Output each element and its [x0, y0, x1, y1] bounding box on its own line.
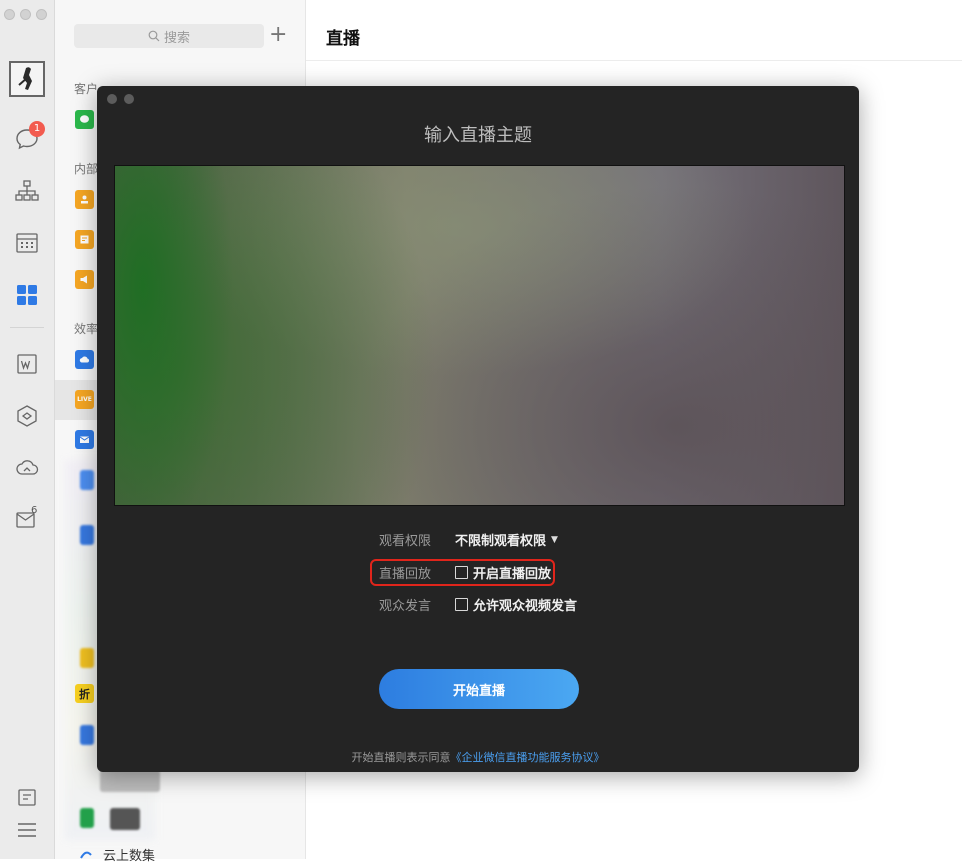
person-card-icon[interactable] — [75, 190, 94, 209]
announcement-icon[interactable] — [75, 270, 94, 289]
list-item-cloud[interactable]: 云上数集 — [79, 845, 155, 864]
page-title: 直播 — [326, 29, 360, 49]
avatar[interactable] — [9, 61, 45, 97]
zoom-window-button[interactable] — [36, 9, 47, 20]
close-window-button[interactable] — [4, 9, 15, 20]
note-icon[interactable] — [75, 230, 94, 249]
agreement-link[interactable]: 《企业微信直播功能服务协议》 — [451, 751, 605, 764]
camera-preview — [114, 165, 845, 506]
doc-icon[interactable] — [14, 351, 40, 377]
agreement-text: 开始直播则表示同意《企业微信直播功能服务协议》 — [97, 749, 859, 765]
notes-icon[interactable] — [14, 785, 40, 811]
search-icon — [148, 30, 160, 42]
blurred-blue-icon — [80, 725, 94, 745]
section-label-customer: 客户 — [74, 82, 99, 96]
search-input[interactable]: 搜索 — [74, 24, 264, 48]
live-start-dialog: 输入直播主题 观看权限 不限制观看权限 ▼ 直播回放 开启直播回放 观众发言 允… — [97, 86, 859, 772]
cloud-item-label: 云上数集 — [103, 849, 156, 864]
calendar-icon[interactable] — [14, 230, 40, 256]
blurred-blue-icon — [80, 470, 94, 490]
replay-label: 直播回放 — [379, 567, 432, 582]
rail-divider — [10, 327, 44, 328]
cloud-drive-icon[interactable] — [14, 455, 40, 481]
cloud-icon[interactable] — [75, 350, 94, 369]
audience-option-label: 允许观众视频发言 — [473, 599, 578, 614]
section-label-internal: 内部 — [74, 162, 99, 176]
live-topic-input[interactable]: 输入直播主题 — [97, 121, 859, 147]
caret-down-icon: ▼ — [551, 534, 558, 545]
mail-app-icon[interactable] — [75, 430, 94, 449]
replay-row: 直播回放 开启直播回放 — [97, 563, 859, 585]
org-chart-icon[interactable] — [14, 178, 40, 204]
audience-row: 观众发言 允许观众视频发言 — [97, 595, 859, 617]
checkbox-icon — [455, 598, 468, 611]
nav-rail: 1 6 — [0, 0, 55, 859]
audience-label: 观众发言 — [379, 599, 432, 614]
blurred-blue-icon — [80, 525, 94, 545]
chat-bubble-icon[interactable] — [75, 110, 94, 129]
view-permission-label: 观看权限 — [379, 534, 432, 549]
unread-badge: 1 — [29, 121, 45, 137]
replay-option-label: 开启直播回放 — [473, 567, 552, 582]
dialog-window-controls — [107, 94, 134, 104]
section-label-efficiency: 效率 — [74, 322, 99, 336]
dialog-close-button[interactable] — [107, 94, 117, 104]
blurred-dark-block — [110, 808, 140, 830]
minimize-window-button[interactable] — [20, 9, 31, 20]
discount-icon[interactable]: 折 — [75, 684, 94, 703]
replay-checkbox[interactable]: 开启直播回放 — [455, 563, 551, 582]
discount-icon-text: 折 — [79, 687, 90, 701]
search-placeholder: 搜索 — [163, 30, 190, 46]
live-icon-text: LIVE — [77, 396, 92, 403]
checkbox-icon — [455, 566, 468, 579]
agreement-prefix: 开始直播则表示同意 — [351, 751, 451, 764]
blurred-gray-block — [100, 770, 160, 792]
view-permission-select[interactable]: 不限制观看权限 ▼ — [455, 530, 558, 549]
start-live-button[interactable]: 开始直播 — [379, 669, 579, 709]
view-permission-value: 不限制观看权限 — [455, 534, 547, 549]
mail-count: 6 — [31, 505, 38, 516]
live-icon[interactable]: LIVE — [75, 390, 94, 409]
menu-icon[interactable] — [14, 817, 40, 843]
view-permission-row: 观看权限 不限制观看权限 ▼ — [97, 530, 859, 552]
main-header: 直播 — [306, 0, 962, 61]
blurred-green-icon — [80, 808, 94, 828]
dialog-minimize-button[interactable] — [124, 94, 134, 104]
workbench-grid-icon[interactable] — [14, 282, 40, 308]
audience-checkbox[interactable]: 允许观众视频发言 — [455, 595, 577, 614]
window-controls — [4, 9, 47, 20]
blurred-yellow-icon — [80, 648, 94, 668]
add-button[interactable]: + — [269, 22, 287, 48]
apps-cube-icon[interactable] — [14, 403, 40, 429]
